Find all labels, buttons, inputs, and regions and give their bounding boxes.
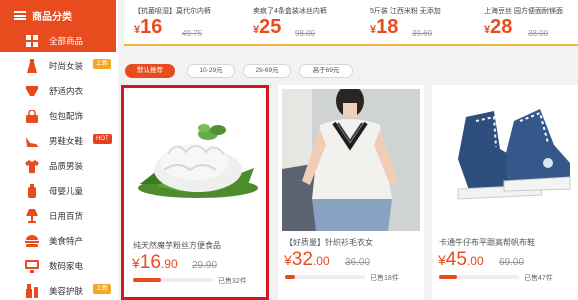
sidebar-item-womens-fashion[interactable]: 时尚女装 上新 [0, 55, 116, 77]
sidebar-item-label: 时尚女装 [49, 61, 84, 71]
new-tag: 上新 [89, 284, 112, 294]
sales-progress-bar [439, 275, 519, 279]
cosmetics-icon [25, 284, 39, 298]
product-card[interactable]: 卡通牛仔布平跟高帮帆布鞋 ¥45.00 69.00 已售47件 [432, 85, 578, 300]
sidebar-item-label: 美食特产 [49, 236, 84, 246]
product-old-price: 29.90 [192, 260, 218, 271]
sidebar-item-label: 男鞋女鞋 [49, 136, 84, 146]
deals-bar: 【抗菌吸湿】莫代尔内裤 ¥16 49.75 卖疯了4条盒装冰丝内裤 ¥25 98… [124, 0, 578, 46]
sold-count: 已售32件 [218, 278, 247, 285]
deal-title: 【抗菌吸湿】莫代尔内裤 [134, 8, 211, 15]
sales-progress-fill [133, 278, 161, 282]
product-price: ¥32.00 [284, 249, 330, 270]
sales-progress-fill [285, 275, 295, 279]
deal-price: ¥18 [370, 16, 399, 38]
grid-icon [25, 34, 39, 48]
sold-count: 已售47件 [524, 275, 553, 282]
product-old-price: 69.00 [499, 257, 525, 268]
sidebar-item-food[interactable]: 美食特产 [0, 230, 116, 252]
sales-progress-bar [133, 278, 213, 282]
deal-old-price: 49.75 [182, 29, 203, 38]
product-price: ¥16.90 [132, 252, 178, 273]
sidebar-item-label: 包包配饰 [49, 111, 84, 121]
category-header-label: 商品分类 [32, 11, 72, 23]
sidebar-item-beauty[interactable]: 美容护肤 上新 [0, 280, 116, 300]
sidebar-item-menswear[interactable]: 品质男装 [0, 155, 116, 177]
sidebar-item-daily-goods[interactable]: 日用百货 [0, 205, 116, 227]
deal-card[interactable]: 5斤装 江西米粉 无添加 ¥18 39.60 [366, 0, 471, 44]
menu-icon [14, 11, 26, 20]
dress-icon [25, 59, 39, 73]
sidebar-item-electronics[interactable]: 数码家电 [0, 255, 116, 277]
product-image-konjac-noodles[interactable] [128, 92, 262, 232]
product-card[interactable]: 【好质量】针织衫毛衣女 ¥32.00 36.00 已售18件 [278, 85, 424, 300]
product-title[interactable]: 【好质量】针织衫毛衣女 [285, 237, 373, 248]
sales-progress-bar [285, 275, 365, 279]
filter-29-69[interactable]: 29-69元 [243, 64, 291, 78]
underwear-icon [25, 84, 39, 98]
sidebar-item-label: 舒适内衣 [49, 86, 84, 96]
sidebar-item-label: 品质男装 [49, 161, 84, 171]
filter-above-69[interactable]: 高于69元 [299, 64, 353, 78]
burger-icon [25, 234, 39, 248]
product-price: ¥45.00 [438, 249, 484, 270]
product-card[interactable]: 纯天然魔芋粉丝方便食品 ¥16.90 29.90 已售32件 [121, 85, 269, 300]
sidebar-item-shoes[interactable]: 男鞋女鞋 HOT [0, 130, 116, 152]
deal-old-price: 39.60 [412, 29, 433, 38]
sidebar-item-baby-kids[interactable]: 母婴儿童 [0, 180, 116, 202]
monitor-icon [25, 259, 39, 273]
deal-title: 5斤装 江西米粉 无添加 [370, 8, 441, 15]
deal-price: ¥28 [484, 16, 513, 38]
sidebar-item-all[interactable]: 全部商品 [0, 30, 116, 52]
high-heel-icon [25, 134, 39, 148]
sold-count: 已售18件 [370, 275, 399, 282]
lamp-icon [25, 209, 39, 223]
sidebar-item-label: 全部商品 [49, 36, 84, 46]
deal-card[interactable]: 卖疯了4条盒装冰丝内裤 ¥25 98.00 [249, 0, 354, 44]
filter-10-29[interactable]: 10-29元 [187, 64, 235, 78]
deal-old-price: 38.00 [528, 29, 549, 38]
deal-card[interactable]: 上海豆丝 园方便面耐镁面 ¥28 38.00 [480, 0, 578, 44]
sidebar-item-label: 母婴儿童 [49, 186, 84, 196]
sidebar-item-label: 数码家电 [49, 261, 84, 271]
sales-progress-fill [439, 275, 457, 279]
sidebar-item-label: 美容护肤 [49, 286, 84, 296]
sidebar-item-underwear[interactable]: 舒适内衣 [0, 80, 116, 102]
product-image-canvas-shoes[interactable] [436, 89, 574, 231]
deal-price: ¥16 [134, 16, 163, 38]
filter-default[interactable]: 默认推荐 [125, 64, 175, 78]
shirt-icon [25, 159, 39, 173]
deal-old-price: 98.00 [295, 29, 316, 38]
baby-bottle-icon [25, 184, 39, 198]
deal-title: 卖疯了4条盒装冰丝内裤 [253, 8, 327, 15]
handbag-icon [25, 109, 39, 123]
deal-title: 上海豆丝 园方便面耐镁面 [484, 8, 563, 15]
hot-tag: HOT [90, 134, 112, 144]
product-old-price: 36.00 [345, 257, 371, 268]
new-tag: 上新 [89, 59, 112, 69]
product-image-knit-sweater[interactable] [282, 89, 420, 231]
category-header[interactable]: 商品分类 [0, 0, 116, 30]
deal-price: ¥25 [253, 16, 282, 38]
product-title[interactable]: 纯天然魔芋粉丝方便食品 [133, 240, 221, 251]
sidebar-item-bags[interactable]: 包包配饰 [0, 105, 116, 127]
sidebar-item-label: 日用百货 [49, 211, 84, 221]
category-sidebar: 商品分类 全部商品 时尚女装 上新 舒适内衣 包包配饰 男鞋女鞋 HOT 品质男… [0, 0, 118, 300]
deal-card[interactable]: 【抗菌吸湿】莫代尔内裤 ¥16 49.75 [130, 0, 235, 44]
product-title[interactable]: 卡通牛仔布平跟高帮帆布鞋 [439, 237, 535, 248]
